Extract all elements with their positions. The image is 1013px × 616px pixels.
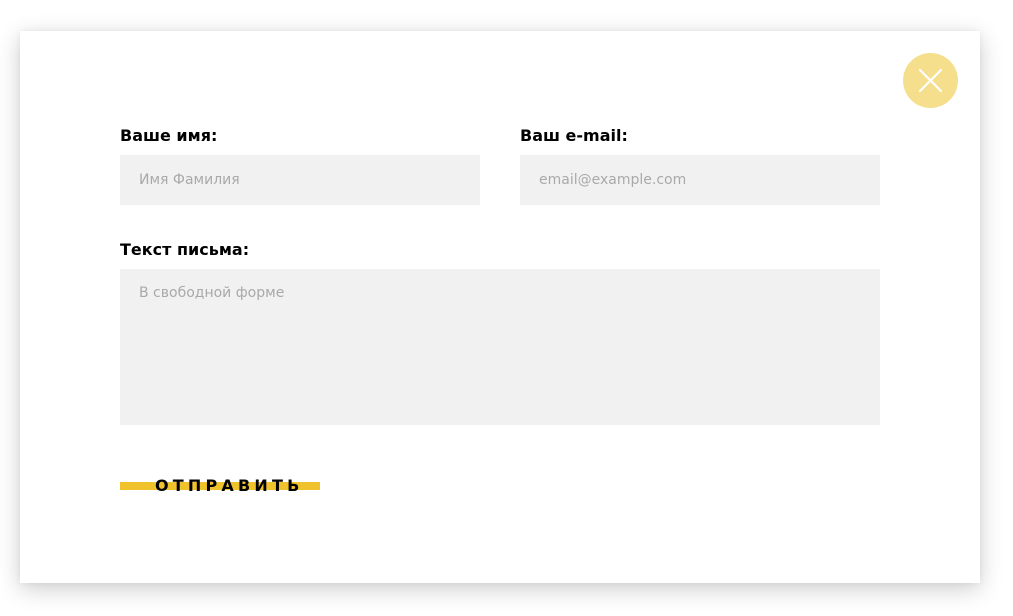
email-label: Ваш e-mail: <box>520 126 628 145</box>
close-icon <box>918 68 943 93</box>
message-textarea[interactable] <box>120 269 880 425</box>
email-input[interactable] <box>520 155 880 205</box>
name-label: Ваше имя: <box>120 126 218 145</box>
message-label: Текст письма: <box>120 240 250 259</box>
submit-label: ОТПРАВИТЬ <box>155 476 304 495</box>
contact-form-modal: Ваше имя: Ваш e-mail: Текст письма: ОТПР… <box>20 31 980 583</box>
close-button[interactable] <box>903 53 958 108</box>
name-input[interactable] <box>120 155 480 205</box>
submit-button[interactable]: ОТПРАВИТЬ <box>120 475 320 497</box>
